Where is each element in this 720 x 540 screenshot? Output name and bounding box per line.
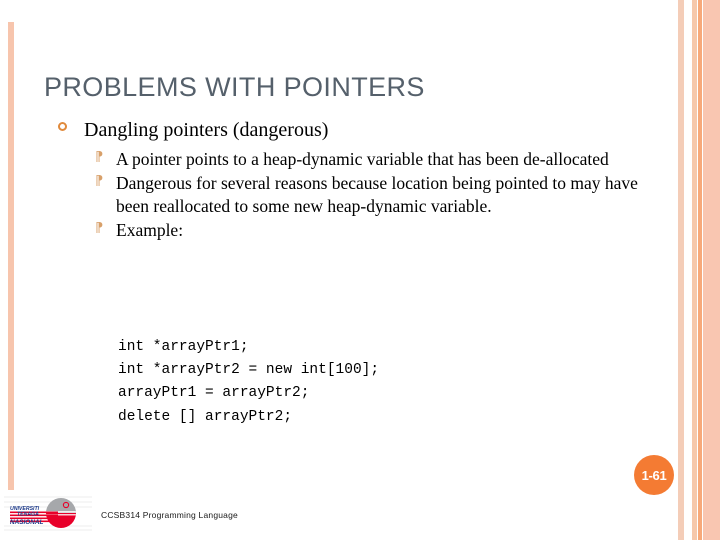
slide-number-badge: 1-61 [634, 455, 674, 495]
bullet-level2: ⁋ Example: [95, 219, 658, 242]
bullet-level1-text: Dangling pointers (dangerous) [84, 119, 329, 141]
slide-canvas: PROBLEMS WITH POINTERS Dangling pointers… [0, 0, 720, 540]
fleuron-bullet-icon: ⁋ [95, 220, 104, 236]
accent-band-4 [703, 0, 720, 540]
bullet-level2-text: Example: [116, 219, 184, 240]
accent-band-3 [698, 0, 702, 540]
fleuron-bullet-icon: ⁋ [95, 150, 104, 166]
accent-band-1 [678, 0, 684, 540]
slide-title: PROBLEMS WITH POINTERS [44, 72, 425, 102]
footer-course-label: CCSB314 Programming Language [101, 510, 238, 520]
fleuron-bullet-icon: ⁋ [95, 174, 104, 190]
bullet-level1: Dangling pointers (dangerous) [58, 118, 658, 142]
uniten-logo-icon: UNIVERSITI TENAGA NASIONAL [4, 492, 92, 534]
svg-text:NASIONAL: NASIONAL [10, 519, 43, 526]
bullet-level2: ⁋ Dangerous for several reasons because … [95, 172, 658, 218]
code-block: int *arrayPtr1; int *arrayPtr2 = new int… [118, 338, 380, 425]
open-circle-bullet-icon [58, 122, 67, 131]
svg-text:TENAGA: TENAGA [17, 512, 39, 518]
slide-body: Dangling pointers (dangerous) ⁋ A pointe… [58, 118, 658, 242]
sub-bullet-list: ⁋ A pointer points to a heap-dynamic var… [58, 148, 658, 241]
left-accent-bar [8, 22, 14, 490]
bullet-level2-text: A pointer points to a heap-dynamic varia… [116, 149, 609, 170]
bullet-level2: ⁋ A pointer points to a heap-dynamic var… [95, 148, 658, 171]
university-logo: UNIVERSITI TENAGA NASIONAL [4, 492, 92, 534]
bullet-level2-text: Dangerous for several reasons because lo… [116, 173, 638, 216]
accent-band-2 [692, 0, 697, 540]
right-accent-bands [672, 0, 720, 540]
